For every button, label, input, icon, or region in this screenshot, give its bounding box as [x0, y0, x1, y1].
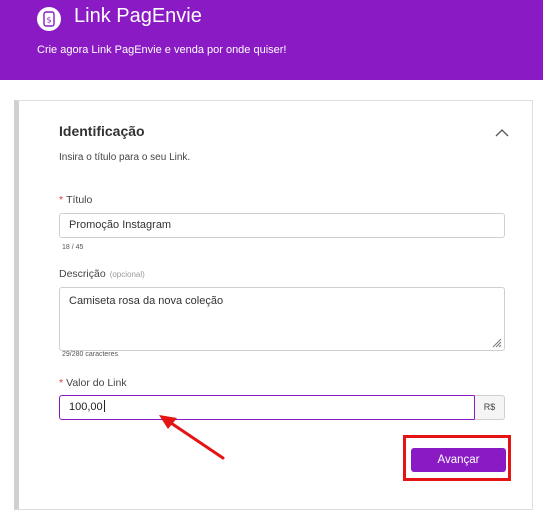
- amount-label-text: Valor do Link: [66, 377, 127, 389]
- title-counter: 18 / 45: [62, 244, 84, 251]
- chevron-up-icon[interactable]: [495, 125, 509, 137]
- description-textarea[interactable]: Camiseta rosa da nova coleção: [59, 287, 505, 351]
- title-input[interactable]: Promoção Instagram: [59, 213, 505, 238]
- section-title: Identificação: [59, 123, 145, 139]
- description-label: Descrição (opcional): [59, 268, 145, 280]
- app-subtitle: Crie agora Link PagEnvie e venda por ond…: [37, 44, 287, 56]
- svg-text:$: $: [46, 16, 51, 25]
- amount-label: * Valor do Link: [59, 377, 127, 389]
- required-mark: *: [59, 377, 64, 389]
- title-label-text: Título: [66, 194, 93, 206]
- amount-input[interactable]: 100,00: [59, 395, 475, 420]
- dollar-tag-icon: $: [37, 7, 61, 31]
- required-mark: *: [59, 194, 64, 206]
- next-button[interactable]: Avançar: [411, 448, 506, 472]
- currency-addon: R$: [474, 395, 505, 420]
- title-label: * Título: [59, 194, 92, 206]
- app-header: $ Link PagEnvie Crie agora Link PagEnvie…: [0, 0, 543, 80]
- description-label-text: Descrição: [59, 268, 106, 280]
- amount-value: 100,00: [69, 401, 103, 413]
- resize-grip-icon[interactable]: [492, 338, 502, 348]
- optional-tag: (opcional): [109, 270, 145, 279]
- identification-card: Identificação Insira o título para o seu…: [14, 100, 533, 510]
- app-title: Link PagEnvie: [74, 5, 202, 27]
- description-value: Camiseta rosa da nova coleção: [69, 295, 224, 307]
- annotation-arrow-icon: [159, 415, 225, 460]
- section-description: Insira o título para o seu Link.: [59, 152, 191, 163]
- description-counter: 29/280 caracteres: [62, 351, 119, 358]
- text-caret: [103, 400, 105, 412]
